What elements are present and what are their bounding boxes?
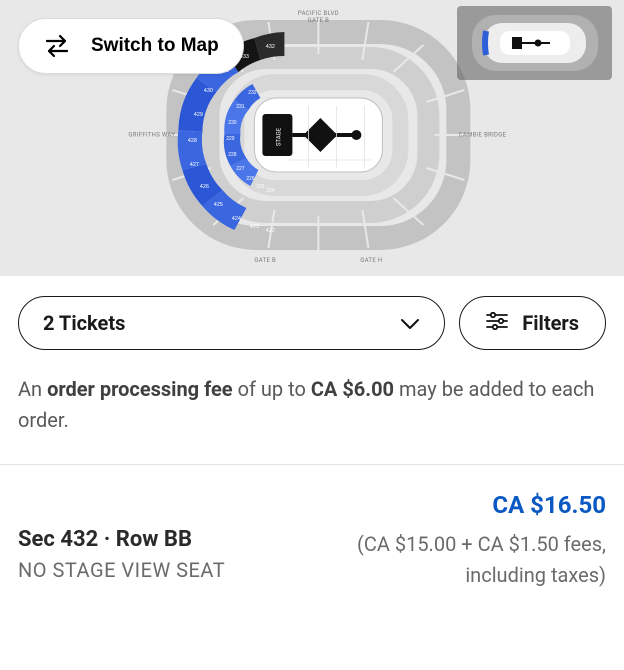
gate-label-bl: GATE B (254, 257, 276, 264)
chevron-down-icon (400, 311, 420, 335)
controls-row: 2 Tickets Filters (0, 276, 624, 364)
svg-text:423: 423 (250, 224, 259, 230)
svg-text:432: 432 (266, 44, 275, 50)
filters-label: Filters (522, 311, 579, 335)
listing-price-info: CA $16.50 (CA $15.00 + CA $1.50 fees, in… (346, 491, 606, 591)
ticket-quantity-label: 2 Tickets (43, 311, 125, 335)
svg-text:428: 428 (188, 138, 197, 144)
gate-label-left: GRIFFITHS WAY (128, 132, 175, 139)
svg-text:227: 227 (236, 166, 245, 172)
svg-text:424: 424 (232, 216, 241, 222)
svg-text:426: 426 (200, 184, 209, 190)
listing-seat-info: Sec 432 · Row BB NO STAGE VIEW SEAT (18, 491, 225, 582)
fee-notice: An order processing fee of up to CA $6.0… (0, 364, 624, 465)
svg-text:427: 427 (190, 162, 199, 168)
svg-text:231: 231 (236, 104, 245, 110)
stage-label: STAGE (275, 127, 282, 146)
svg-text:425: 425 (214, 202, 223, 208)
price-detail: (CA $15.00 + CA $1.50 fees, including ta… (346, 529, 606, 591)
price-main: CA $16.50 (346, 491, 606, 519)
svg-text:232: 232 (248, 90, 257, 96)
svg-text:225: 225 (256, 184, 265, 190)
svg-text:422: 422 (266, 228, 275, 234)
seat-note: NO STAGE VIEW SEAT (18, 558, 225, 582)
ticket-listing-row[interactable]: Sec 432 · Row BB NO STAGE VIEW SEAT CA $… (0, 465, 624, 611)
svg-text:226: 226 (246, 176, 255, 182)
gate-label-right: CAMBIE BRIDGE (459, 132, 507, 139)
switch-to-map-button[interactable]: Switch to Map (18, 18, 244, 74)
svg-text:429: 429 (194, 112, 203, 118)
map-area: Switch to Map PACIFIC BLVDGATE B GRIFFIT… (0, 0, 624, 276)
svg-text:229: 229 (226, 136, 235, 142)
svg-text:228: 228 (228, 152, 237, 158)
gate-label-top: PACIFIC BLVDGATE B (298, 10, 339, 24)
filters-button[interactable]: Filters (459, 296, 606, 350)
svg-text:230: 230 (228, 120, 237, 126)
swap-arrows-icon (43, 33, 71, 59)
gate-label-br: GATE H (360, 257, 382, 264)
svg-text:224: 224 (266, 188, 275, 194)
ticket-quantity-select[interactable]: 2 Tickets (18, 296, 445, 350)
sliders-icon (486, 311, 508, 335)
svg-text:430: 430 (204, 88, 213, 94)
seat-location: Sec 432 · Row BB (18, 527, 225, 552)
switch-label: Switch to Map (91, 35, 219, 57)
mini-map[interactable] (457, 6, 612, 80)
